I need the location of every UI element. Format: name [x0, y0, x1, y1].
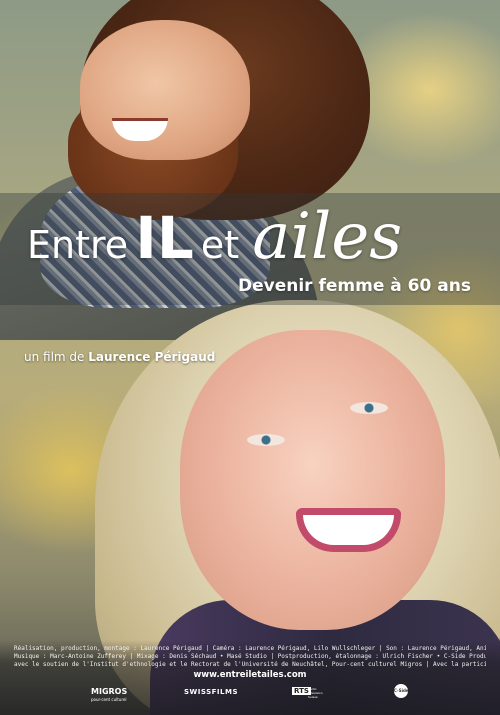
man-face [80, 20, 250, 160]
title-word-il: IL [135, 204, 194, 272]
director-prefix: un film de [24, 350, 85, 364]
woman-right-eye [350, 402, 388, 414]
credits-line: avec le soutien de l'Institut d'ethnolog… [14, 661, 486, 668]
film-subtitle: Devenir femme à 60 ans [238, 276, 471, 296]
swissfilms-logo: SWISSFILMS [184, 688, 238, 696]
migros-logo: MIGROS [91, 687, 128, 696]
woman-face [180, 330, 445, 630]
website-link[interactable]: www.entreiletailes.com [0, 670, 500, 680]
migros-logo-subtext: pour-cent culturel [91, 697, 127, 702]
title-word-et: et [200, 223, 240, 267]
credits-line: Réalisation, production, montage : Laure… [14, 645, 486, 652]
film-title: Entre IL et ailes [27, 200, 402, 280]
director-credit: un film de Laurence Périgaud [24, 350, 215, 364]
sponsor-logos: MIGROS pour-cent culturel SWISSFILMS RTS… [0, 683, 500, 709]
rts-logo-subtext: Radio Télévision Suisse [308, 687, 323, 699]
credits-line: Musique : Marc-Antoine Zufferey | Mixage… [14, 653, 486, 660]
cside-logo: C-Side [394, 684, 409, 698]
woman-left-eye [247, 434, 285, 446]
director-name: Laurence Périgaud [88, 350, 216, 364]
title-word-ailes: ailes [252, 200, 403, 274]
title-word-entre: Entre [27, 223, 129, 267]
credits-block: Réalisation, production, montage : Laure… [14, 645, 486, 669]
